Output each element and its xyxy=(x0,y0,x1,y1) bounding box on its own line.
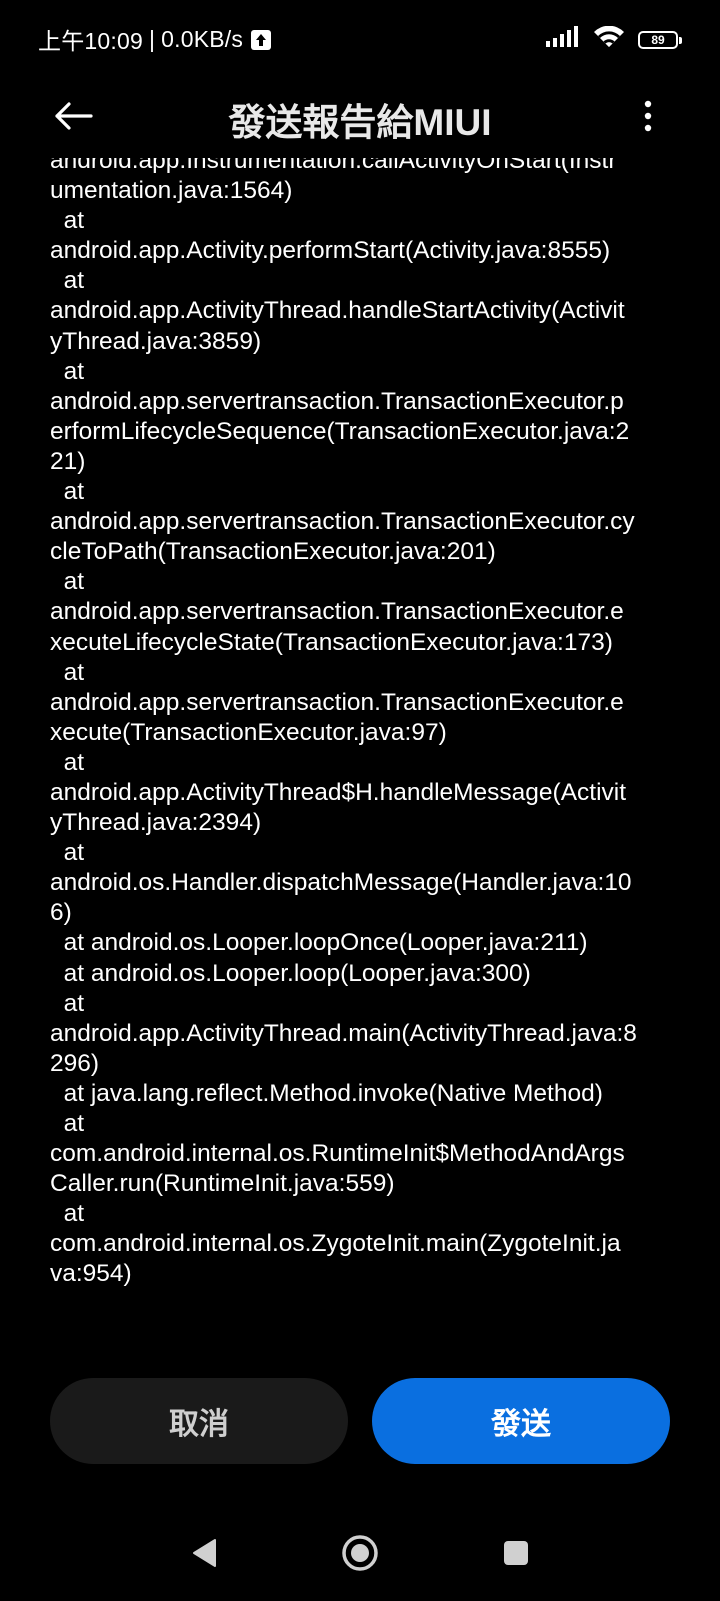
system-nav-bar xyxy=(0,1520,720,1590)
send-button[interactable]: 發送 xyxy=(372,1378,670,1464)
nav-recents-button[interactable] xyxy=(494,1533,538,1577)
nav-home-button[interactable] xyxy=(338,1533,382,1577)
status-bar: 上午10:09 | 0.0KB/s 89 xyxy=(0,0,720,78)
cancel-button[interactable]: 取消 xyxy=(50,1378,348,1464)
nav-recents-square-icon xyxy=(502,1539,530,1572)
status-net-speed: 0.0KB/s xyxy=(161,25,244,52)
app-header: 發送報告給MIUI xyxy=(0,78,720,158)
battery-level: 89 xyxy=(651,32,665,47)
status-right: 89 xyxy=(546,25,682,53)
status-time: 上午10:09 xyxy=(38,28,143,54)
more-options-button[interactable] xyxy=(636,96,660,140)
status-left: 上午10:09 | 0.0KB/s xyxy=(38,22,272,56)
nav-back-button[interactable] xyxy=(182,1533,226,1577)
more-vertical-icon xyxy=(644,100,652,137)
wifi-icon xyxy=(594,25,624,53)
upload-arrow-icon xyxy=(251,29,272,50)
page-title: 發送報告給MIUI xyxy=(228,102,492,143)
status-separator: | xyxy=(148,25,156,52)
report-log-text: android.app.Instrumentation.callActivity… xyxy=(50,158,637,1288)
nav-home-circle-icon xyxy=(341,1534,379,1577)
report-scroll-area[interactable]: android.app.Instrumentation.callActivity… xyxy=(0,158,720,1330)
cellular-signal-icon xyxy=(546,26,580,53)
battery-indicator: 89 xyxy=(638,30,682,49)
nav-back-triangle-icon xyxy=(191,1538,217,1573)
